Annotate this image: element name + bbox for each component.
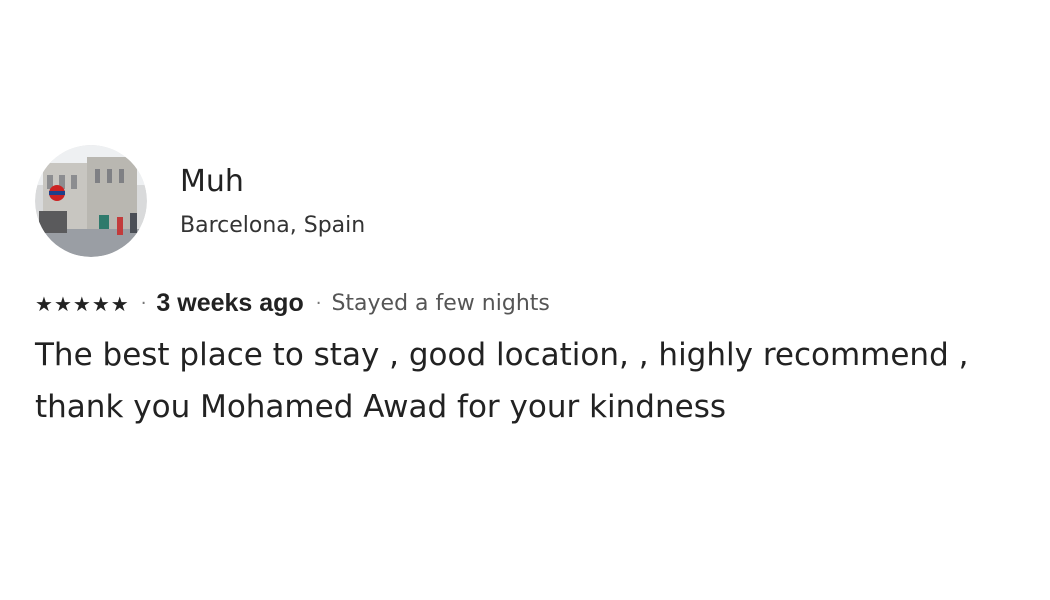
star-icon: ★ <box>91 292 110 316</box>
rating-stars: ★ ★ ★ ★ ★ <box>35 294 129 314</box>
separator-dot: · <box>140 292 147 314</box>
review-text: The best place to stay , good location, … <box>35 337 969 425</box>
reviewer-location: Barcelona, Spain <box>180 213 366 238</box>
review-header: Muh Barcelona, Spain <box>35 145 1040 257</box>
star-icon: ★ <box>110 292 129 316</box>
star-icon: ★ <box>35 292 53 316</box>
star-icon: ★ <box>53 292 72 316</box>
avatar-photo-icon <box>35 145 147 257</box>
avatar[interactable] <box>35 145 147 257</box>
stay-info: Stayed a few nights <box>331 290 550 316</box>
reviewer-info: Muh Barcelona, Spain <box>180 164 365 240</box>
reviewer-name[interactable]: Muh <box>180 164 365 200</box>
review-card: Muh Barcelona, Spain ★ ★ ★ ★ ★ · 3 weeks… <box>35 145 1040 433</box>
review-time: 3 weeks ago <box>156 288 304 317</box>
separator-dot: · <box>315 292 322 314</box>
review-meta: ★ ★ ★ ★ ★ · 3 weeks ago · Stayed a few n… <box>35 283 1040 323</box>
star-icon: ★ <box>72 292 91 316</box>
